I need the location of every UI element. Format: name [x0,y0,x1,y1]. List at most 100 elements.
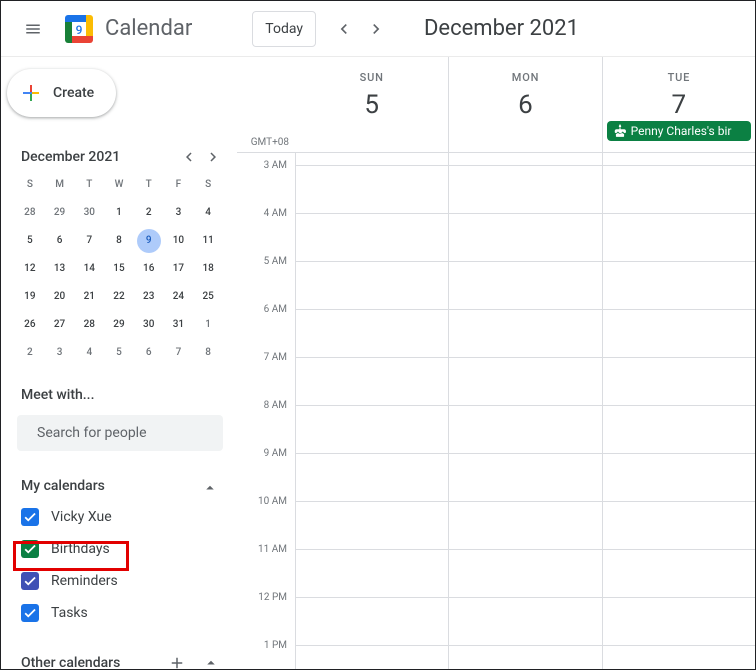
day-of-week-label: MON [449,71,601,84]
time-column[interactable] [295,153,448,669]
mini-day-cell[interactable]: 4 [193,201,223,229]
mini-day-cell[interactable]: 6 [134,341,164,369]
calendar-label: Birthdays [51,541,110,557]
hour-label: 7 AM [237,352,295,400]
mini-dow-label: T [134,175,164,195]
sidebar: Create December 2021 SMTWTFS 28293012345… [1,57,237,669]
app-header: 9 Calendar Today December 2021 [1,1,755,57]
calendar-checkbox[interactable] [21,604,39,622]
mini-dow-label: M [45,175,75,195]
chevron-up-icon [201,475,219,497]
other-calendars-toggle[interactable] [197,649,225,669]
mini-dow-label: F [164,175,194,195]
mini-day-cell[interactable]: 23 [134,285,164,313]
mini-day-cell[interactable]: 12 [15,257,45,285]
mini-dow-label: S [15,175,45,195]
mini-day-cell[interactable]: 26 [15,313,45,341]
mini-day-cell[interactable]: 1 [193,313,223,341]
app-title: Calendar [105,16,192,41]
meet-with-title: Meet with... [1,369,237,411]
mini-day-cell[interactable]: 16 [134,257,164,285]
mini-day-cell[interactable]: 29 [45,201,75,229]
mini-day-cell[interactable]: 14 [74,257,104,285]
calendar-item[interactable]: Tasks [1,597,237,629]
mini-day-cell[interactable]: 2 [134,201,164,229]
calendar-checkbox[interactable] [21,540,39,558]
hour-label: 3 AM [237,160,295,208]
mini-calendar-grid: 2829301234567891011121314151617181920212… [1,195,237,369]
prev-period-button[interactable] [328,13,360,45]
time-column[interactable] [448,153,601,669]
mini-day-cell[interactable]: 8 [193,341,223,369]
event-chip[interactable]: Penny Charles's bir [607,121,751,141]
allday-row[interactable]: Penny Charles's bir [603,120,755,144]
mini-dow-label: T [74,175,104,195]
mini-day-cell[interactable]: 17 [164,257,194,285]
day-header-row: GMT+08 SUN5MON6TUE7Penny Charles's bir [237,57,755,153]
mini-day-cell[interactable]: 10 [164,229,194,257]
mini-day-cell[interactable]: 24 [164,285,194,313]
calendar-item[interactable]: Birthdays [1,533,237,565]
calendar-checkbox[interactable] [21,508,39,526]
allday-row[interactable] [295,120,448,144]
mini-calendar-title: December 2021 [21,149,120,165]
mini-day-cell[interactable]: 5 [104,341,134,369]
search-people-input[interactable] [37,425,215,441]
hour-label: 1 PM [237,640,295,669]
birthday-icon [613,124,627,138]
day-of-week-label: TUE [603,71,755,84]
mini-day-cell[interactable]: 30 [134,313,164,341]
mini-day-cell[interactable]: 9 [134,229,164,257]
calendar-checkbox[interactable] [21,572,39,590]
day-number: 5 [295,90,448,120]
menu-icon[interactable] [9,5,57,53]
day-column-header[interactable]: TUE7Penny Charles's bir [602,57,755,152]
mini-day-cell[interactable]: 28 [74,313,104,341]
day-column-header[interactable]: MON6 [448,57,601,152]
mini-day-cell[interactable]: 30 [74,201,104,229]
mini-day-cell[interactable]: 19 [15,285,45,313]
allday-row[interactable] [449,120,601,144]
mini-day-cell[interactable]: 7 [74,229,104,257]
mini-day-cell[interactable]: 20 [45,285,75,313]
mini-day-cell[interactable]: 3 [164,201,194,229]
mini-day-cell[interactable]: 25 [193,285,223,313]
create-button[interactable]: Create [7,69,116,117]
mini-day-cell[interactable]: 1 [104,201,134,229]
app-logo[interactable]: 9 Calendar [61,11,192,47]
mini-day-cell[interactable]: 13 [45,257,75,285]
time-column[interactable] [602,153,755,669]
mini-prev-button[interactable] [177,145,201,169]
range-title: December 2021 [424,16,579,41]
mini-day-cell[interactable]: 6 [45,229,75,257]
mini-calendar-header: December 2021 [1,139,237,169]
mini-day-cell[interactable]: 2 [15,341,45,369]
mini-day-cell[interactable]: 27 [45,313,75,341]
add-other-calendar-button[interactable] [163,649,191,669]
mini-day-cell[interactable]: 21 [74,285,104,313]
time-grid-columns[interactable] [295,153,755,669]
my-calendars-toggle[interactable]: My calendars [1,451,237,501]
mini-day-cell[interactable]: 28 [15,201,45,229]
mini-day-cell[interactable]: 8 [104,229,134,257]
mini-next-button[interactable] [201,145,225,169]
calendar-item[interactable]: Reminders [1,565,237,597]
today-button[interactable]: Today [252,11,316,47]
my-calendars-list: Vicky Xue Birthdays RemindersTasks [1,501,237,629]
mini-day-cell[interactable]: 11 [193,229,223,257]
mini-day-cell[interactable]: 3 [45,341,75,369]
mini-day-cell[interactable]: 18 [193,257,223,285]
mini-day-cell[interactable]: 29 [104,313,134,341]
mini-day-cell[interactable]: 5 [15,229,45,257]
day-column-header[interactable]: SUN5 [295,57,448,152]
hour-label: 6 AM [237,304,295,352]
calendar-item[interactable]: Vicky Xue [1,501,237,533]
next-period-button[interactable] [360,13,392,45]
mini-day-cell[interactable]: 7 [164,341,194,369]
mini-day-cell[interactable]: 22 [104,285,134,313]
mini-day-cell[interactable]: 15 [104,257,134,285]
mini-day-cell[interactable]: 4 [74,341,104,369]
search-people-box[interactable] [17,415,223,451]
hour-label: 12 PM [237,592,295,640]
mini-day-cell[interactable]: 31 [164,313,194,341]
